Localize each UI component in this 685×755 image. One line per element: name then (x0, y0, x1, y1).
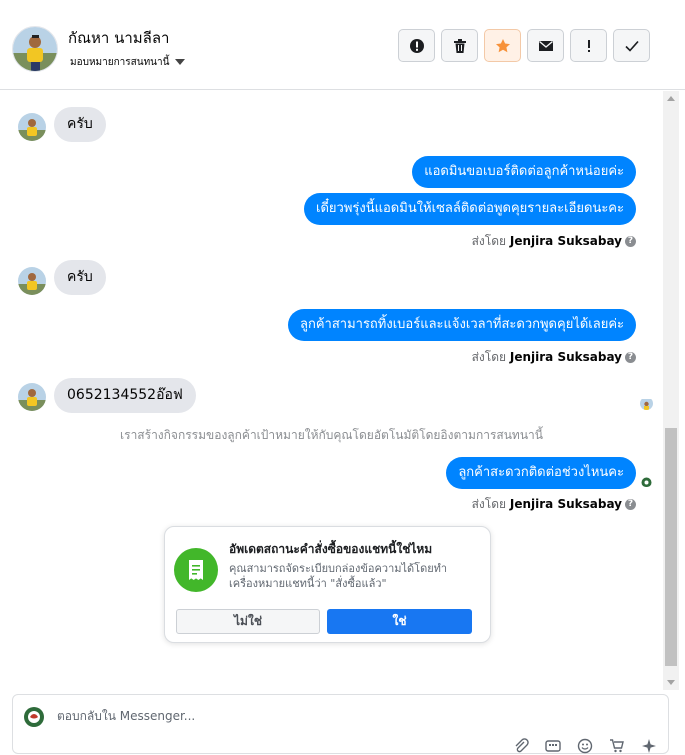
contact-avatar-small (18, 267, 46, 295)
more-actions-button[interactable] (640, 737, 658, 755)
order-receipt-icon (174, 548, 218, 592)
incoming-message[interactable]: ครับ (54, 107, 106, 142)
incoming-message[interactable]: 0652134552อ๊อฟ (54, 378, 196, 413)
cart-icon (610, 739, 624, 753)
thread-scrollbar[interactable] (663, 91, 679, 690)
follow-up-button[interactable] (570, 29, 607, 62)
help-icon[interactable]: ? (625, 236, 636, 247)
paperclip-icon (515, 738, 529, 753)
sent-by-agent[interactable]: Jenjira Suksabay (510, 350, 622, 364)
saved-replies-button[interactable] (544, 737, 562, 755)
star-button[interactable] (484, 29, 521, 62)
prompt-description: คุณสามารถจัดระเบียบกล่องข้อความได้โดยทำเ… (229, 562, 448, 590)
shop-button[interactable] (608, 737, 626, 755)
conversation-header: กัณหา นามลีลา มอบหมายการสนทนานี้ (0, 0, 685, 90)
mark-done-button[interactable] (613, 29, 650, 62)
help-icon[interactable]: ? (625, 499, 636, 510)
composer-tools (512, 737, 658, 755)
sent-by-label: ส่งโดย Jenjira Suksabay? (472, 232, 636, 251)
assign-conversation-dropdown[interactable]: มอบหมายการสนทนานี้ (70, 55, 186, 70)
contact-name[interactable]: กัณหา นามลีลา (68, 26, 169, 50)
delete-button[interactable] (441, 29, 478, 62)
prompt-title: อัพเดตสถานะคำสั่งซื้อของแชทนี้ใช่ไหม (229, 542, 433, 556)
yes-button[interactable]: ใช่ (327, 609, 472, 634)
sent-by-prefix: ส่งโดย (471, 350, 507, 364)
envelope-icon (538, 40, 553, 51)
outgoing-message[interactable]: แอดมินขอเบอร์ติดต่อลูกค้าหน่อยค่ะ (412, 156, 636, 188)
exclamation-icon (587, 39, 590, 52)
check-icon (624, 40, 639, 52)
sent-by-agent[interactable]: Jenjira Suksabay (510, 234, 622, 248)
sparkle-icon (642, 739, 656, 753)
contact-avatar-small (18, 113, 46, 141)
scroll-thumb[interactable] (665, 428, 677, 666)
header-actions (398, 29, 650, 62)
contact-avatar-small (18, 383, 46, 411)
assign-label: มอบหมายการสนทนานี้ (70, 57, 170, 68)
outgoing-message[interactable]: ลูกค้าสะดวกติดต่อช่วงไหนคะ (446, 457, 636, 489)
reply-input[interactable] (57, 709, 617, 723)
scroll-down-arrow[interactable] (667, 680, 675, 685)
sent-by-label: ส่งโดย Jenjira Suksabay? (472, 495, 636, 514)
emoji-button[interactable] (576, 737, 594, 755)
help-icon[interactable]: ? (625, 352, 636, 363)
seen-avatar (640, 397, 653, 410)
page-avatar-small (640, 474, 653, 487)
outgoing-message[interactable]: เดี๋ยวพรุ่งนี้แอดมินให้เซลล์ติดต่อพูดคุย… (304, 193, 636, 225)
incoming-message[interactable]: ครับ (54, 260, 106, 295)
trash-icon (453, 38, 466, 53)
caret-down-icon (175, 59, 186, 65)
no-button[interactable]: ไม่ใช่ (176, 609, 320, 634)
smiley-icon (577, 738, 593, 754)
alert-circle-icon (409, 38, 424, 53)
reply-composer (12, 694, 669, 754)
system-note: เราสร้างกิจกรรมของลูกค้าเป้าหมายให้กับคุ… (120, 428, 543, 442)
attachment-button[interactable] (512, 737, 530, 755)
page-avatar (22, 705, 46, 729)
outgoing-message[interactable]: ลูกค้าสามารถทิ้งเบอร์และแจ้งเวลาที่สะดวก… (288, 309, 636, 341)
sent-by-agent[interactable]: Jenjira Suksabay (510, 497, 622, 511)
keyboard-icon (545, 740, 561, 752)
mark-unread-button[interactable] (527, 29, 564, 62)
sent-by-label: ส่งโดย Jenjira Suksabay? (472, 348, 636, 367)
sent-by-prefix: ส่งโดย (471, 497, 507, 511)
sent-by-prefix: ส่งโดย (471, 234, 507, 248)
star-icon (495, 38, 510, 52)
order-status-prompt: อัพเดตสถานะคำสั่งซื้อของแชทนี้ใช่ไหม คุณ… (164, 526, 491, 643)
mark-spam-button[interactable] (398, 29, 435, 62)
contact-avatar[interactable] (12, 26, 58, 72)
scroll-up-arrow[interactable] (667, 96, 675, 101)
